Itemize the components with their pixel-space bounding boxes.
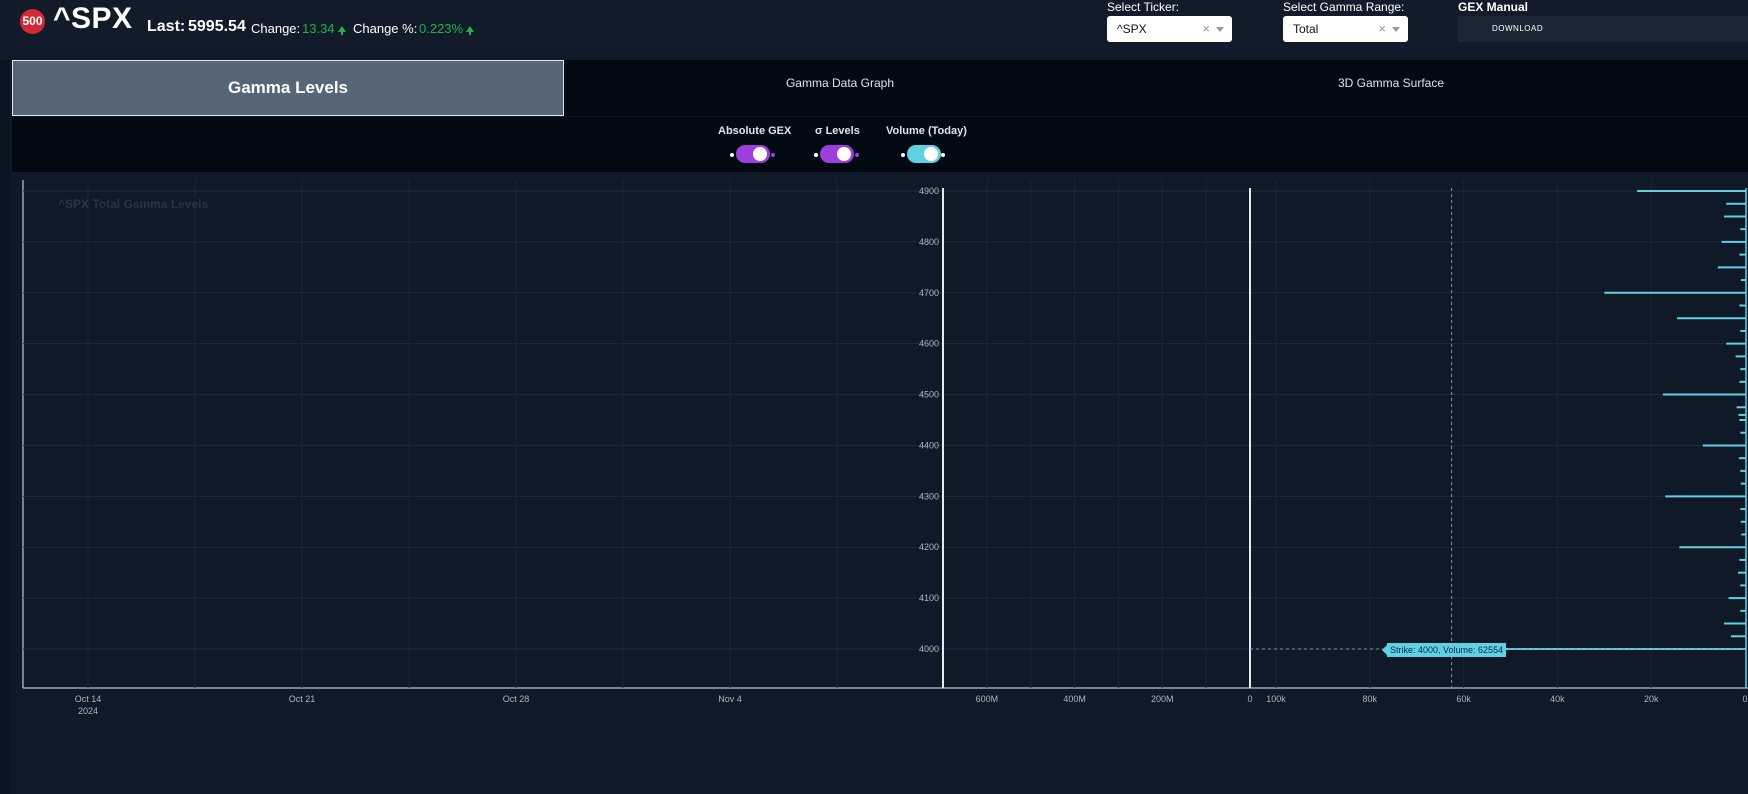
chart-canvas[interactable]: 4900 4800 4700 4600 4500 4400 4300 4200 4100 4000… <box>12 180 1748 794</box>
toggle-off-dot <box>901 153 905 157</box>
y-tick-label: 4300 <box>919 491 939 501</box>
x-date-tick-label: Oct 14 <box>75 694 102 704</box>
toggle-volume-today[interactable] <box>907 145 941 163</box>
x-gex-tick-label: 400M <box>1063 694 1086 704</box>
change-pct-label: Change %: <box>353 21 418 36</box>
hover-tooltip: Strike: 4000, Volume: 62554 <box>1381 643 1507 657</box>
x-volume-tick-label: 0 <box>1742 694 1747 704</box>
x-gex-tick-label: 200M <box>1151 694 1174 704</box>
select-ticker-label: Select Ticker: <box>1107 0 1180 14</box>
x-volume-tick-label: 100k <box>1266 694 1286 704</box>
ticker-symbol: ^SPX <box>53 2 133 35</box>
toggle-sigma-levels-label: σ Levels <box>815 125 860 137</box>
x-date-tick-label: Oct 21 <box>289 694 316 704</box>
gex-manual-title: GEX Manual <box>1458 0 1529 14</box>
gamma-levels-chart: 4900 4800 4700 4600 4500 4400 4300 4200 4100 4000… <box>12 180 1748 794</box>
tab-3d-gamma-surface[interactable]: 3D Gamma Surface <box>1116 60 1666 116</box>
chart-title: ^SPX Total Gamma Levels <box>58 197 209 211</box>
toggle-off-dot <box>814 153 818 157</box>
ticker-select[interactable]: ^SPX × <box>1107 16 1232 42</box>
toggle-volume-today-label: Volume (Today) <box>886 125 967 137</box>
change-pct-value: 0.223% <box>419 21 475 36</box>
x-gex-tick-label: 600M <box>976 694 999 704</box>
toggle-absolute-gex[interactable] <box>736 145 770 163</box>
gamma-range-select[interactable]: Total × <box>1283 16 1408 42</box>
change-value: 13.34 <box>302 21 346 36</box>
y-tick-label: 4700 <box>919 288 939 298</box>
select-range-label: Select Gamma Range: <box>1283 0 1405 14</box>
y-tick-label: 4900 <box>919 186 939 196</box>
x-date-tick-label: Nov 4 <box>718 694 742 704</box>
chevron-down-icon[interactable] <box>1392 27 1400 32</box>
clear-icon[interactable]: × <box>1378 16 1386 42</box>
y-tick-label: 4500 <box>919 390 939 400</box>
y-tick-label: 4000 <box>919 644 939 654</box>
toggle-knob <box>924 147 938 161</box>
toggle-bar: Absolute GEX σ Levels Volume (Today) <box>12 117 1748 172</box>
chevron-down-icon[interactable] <box>1216 27 1224 32</box>
x-volume-tick-label: 80k <box>1363 694 1378 704</box>
sp500-logo-icon: 500 <box>20 9 45 34</box>
arrow-up-icon <box>466 26 475 35</box>
toggle-absolute-gex-label: Absolute GEX <box>718 125 792 137</box>
toggle-knob <box>753 147 767 161</box>
last-value: 5995.54 <box>188 18 246 35</box>
toggle-on-dot <box>855 153 859 157</box>
x-volume-tick-label: 40k <box>1550 694 1565 704</box>
tab-bar: Gamma Levels Gamma Data Graph 3D Gamma S… <box>12 60 1748 116</box>
change-label: Change: <box>251 21 301 36</box>
y-tick-label: 4600 <box>919 339 939 349</box>
tab-gamma-levels[interactable]: Gamma Levels <box>12 60 564 116</box>
y-tick-label: 4200 <box>919 542 939 552</box>
gamma-range-select-value: Total <box>1293 22 1319 36</box>
y-tick-label: 4800 <box>919 237 939 247</box>
toggle-sigma-levels[interactable] <box>820 145 854 163</box>
toggle-on-dot <box>771 153 775 157</box>
left-gutter <box>0 60 10 794</box>
x-gex-tick-label: 0 <box>1247 694 1252 704</box>
x-date-year-label: 2024 <box>78 706 98 716</box>
tab-gamma-data-graph[interactable]: Gamma Data Graph <box>564 60 1116 116</box>
clear-icon[interactable]: × <box>1202 16 1210 42</box>
x-volume-tick-label: 60k <box>1456 694 1471 704</box>
last-label: Last: <box>147 18 186 35</box>
toggle-off-dot <box>730 153 734 157</box>
download-button[interactable]: DOWNLOAD <box>1458 16 1748 42</box>
y-tick-label: 4100 <box>919 593 939 603</box>
toggle-knob <box>837 147 851 161</box>
toggle-on-dot <box>941 153 945 157</box>
top-header: 500 ^SPX Last: 5995.54 Change: 13.34 Cha… <box>12 0 1748 50</box>
arrow-up-icon <box>337 26 346 35</box>
y-tick-label: 4400 <box>919 440 939 450</box>
x-date-tick-label: Oct 28 <box>503 694 530 704</box>
ticker-select-value: ^SPX <box>1117 22 1147 36</box>
x-volume-tick-label: 20k <box>1644 694 1659 704</box>
